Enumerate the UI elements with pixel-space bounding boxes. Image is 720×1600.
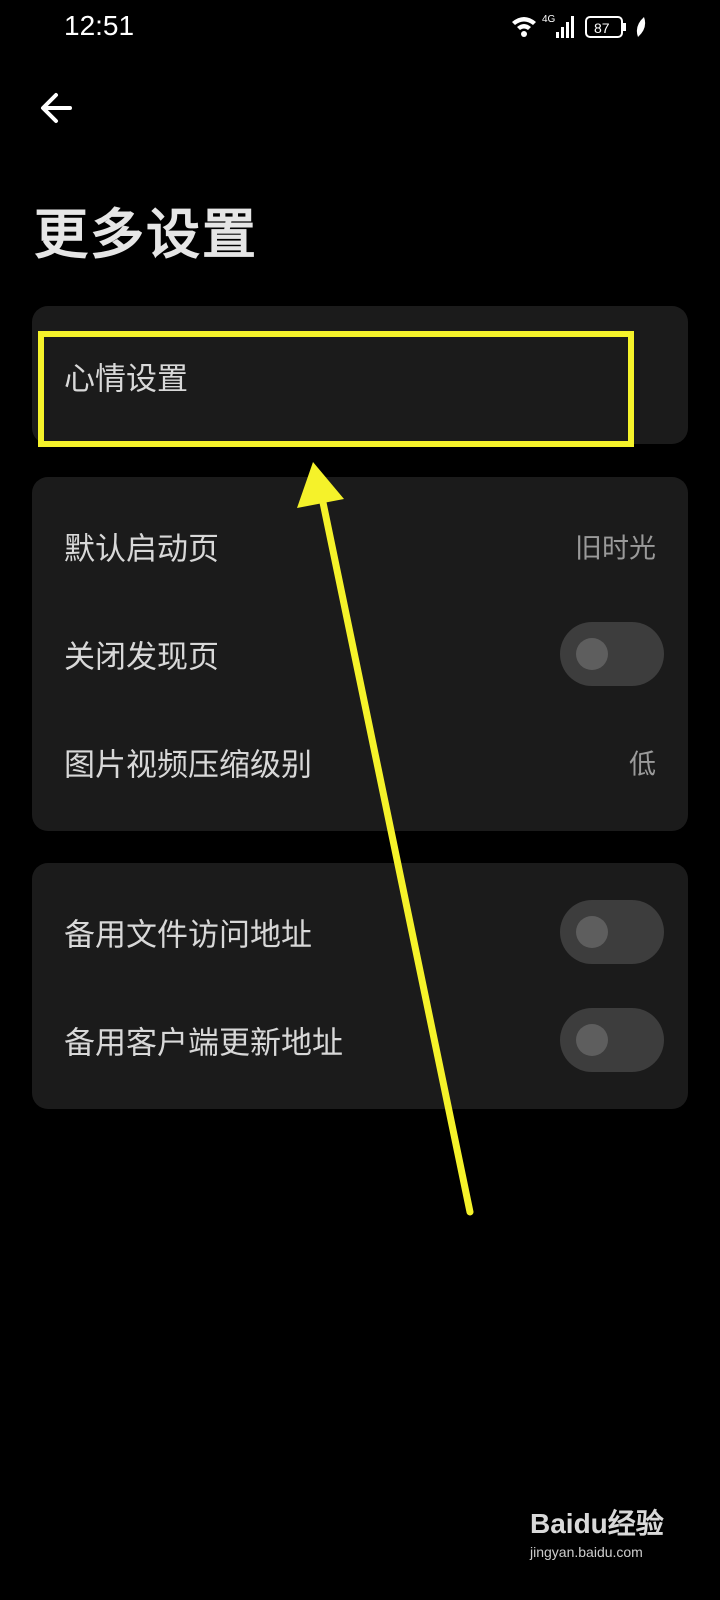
network-type: 4G [542, 14, 556, 25]
signal-icon [556, 16, 574, 38]
default-start-page-row[interactable]: 默认启动页 旧时光 [32, 492, 688, 600]
back-button[interactable] [28, 80, 84, 136]
compression-level-value: 低 [629, 749, 656, 781]
settings-card-backup: 备用文件访问地址 备用客户端更新地址 [32, 863, 688, 1109]
settings-card-general: 默认启动页 旧时光 关闭发现页 图片视频压缩级别 低 [32, 477, 688, 831]
default-start-page-label: 默认启动页 [64, 531, 219, 568]
watermark-brand: Baidu经验 [530, 1508, 664, 1539]
watermark-url: jingyan.baidu.com [530, 1544, 643, 1560]
baidu-watermark: Baidu经验 jingyan.baidu.com [530, 1502, 670, 1572]
back-arrow-icon [41, 93, 72, 123]
toggle-knob [576, 1024, 608, 1056]
close-discover-toggle[interactable] [560, 622, 664, 686]
leaf-icon [636, 17, 646, 37]
wifi-icon [512, 17, 536, 37]
status-icons: 4G 87 [510, 12, 680, 44]
compression-level-row[interactable]: 图片视频压缩级别 低 [32, 708, 688, 816]
annotation-highlight-box [38, 331, 634, 447]
backup-file-address-label: 备用文件访问地址 [64, 917, 312, 954]
battery-icon: 87 [585, 16, 626, 38]
default-start-page-value: 旧时光 [575, 533, 656, 565]
toggle-knob [576, 638, 608, 670]
compression-level-label: 图片视频压缩级别 [64, 747, 312, 784]
close-discover-row: 关闭发现页 [32, 600, 688, 708]
backup-file-address-row: 备用文件访问地址 [32, 878, 688, 986]
backup-update-address-row: 备用客户端更新地址 [32, 986, 688, 1094]
close-discover-label: 关闭发现页 [64, 639, 219, 676]
status-time: 12:51 [64, 10, 135, 41]
status-bar: 12:51 4G 87 [0, 0, 720, 56]
toggle-knob [576, 916, 608, 948]
battery-level: 87 [594, 20, 610, 36]
backup-update-address-label: 备用客户端更新地址 [64, 1025, 343, 1062]
page-title: 更多设置 [34, 203, 258, 266]
backup-file-address-toggle[interactable] [560, 900, 664, 964]
backup-update-address-toggle[interactable] [560, 1008, 664, 1072]
